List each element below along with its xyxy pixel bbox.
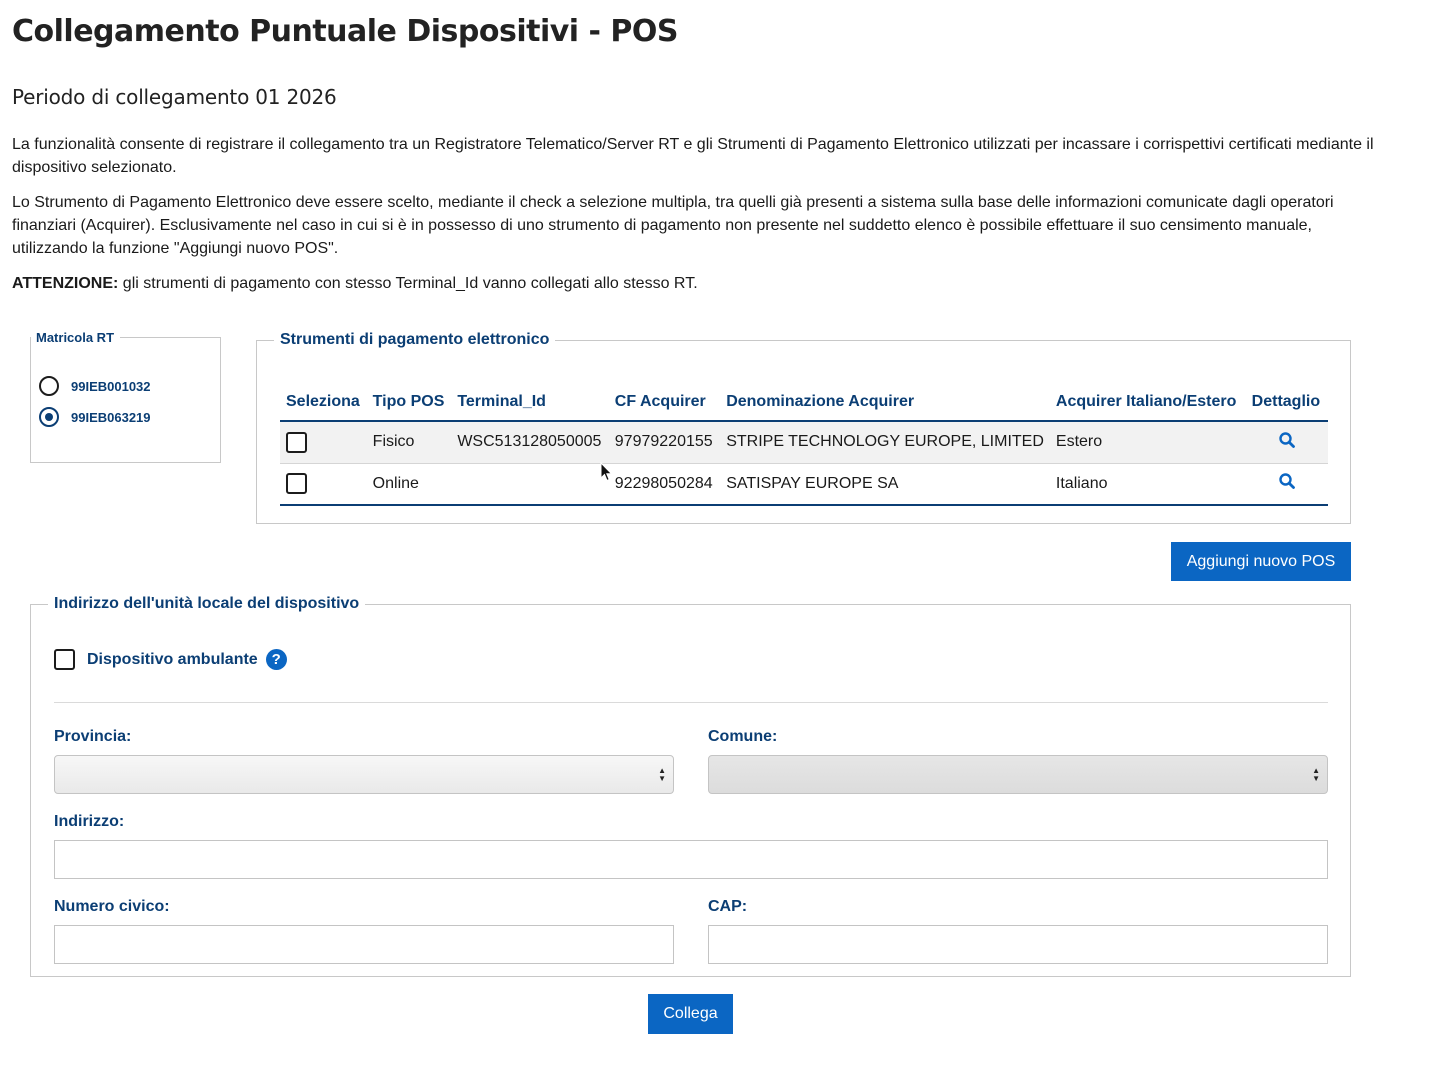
matricola-rt-legend: Matricola RT [36,330,115,345]
column-header-dettaglio: Dettaglio [1245,383,1328,422]
provincia-select[interactable]: ▲ ▼ [54,755,674,794]
search-icon[interactable] [1278,472,1296,490]
select-arrows-icon: ▲ ▼ [1312,766,1320,783]
column-header-denominazione: Denominazione Acquirer [720,383,1050,422]
cell-cf-acquirer: 97979220155 [608,421,721,464]
radio-label: 99IEB063219 [71,409,151,425]
column-header-seleziona: Seleziona [280,383,367,422]
numero-civico-input[interactable] [54,925,674,964]
comune-select[interactable]: ▲ ▼ [708,755,1328,794]
cap-input[interactable] [708,925,1328,964]
indirizzo-label: Indirizzo: [54,813,125,830]
table-row: Fisico WSC513128050005 97979220155 STRIP… [280,421,1328,464]
ambulante-label: Dispositivo ambulante [87,650,258,668]
payment-instruments-group: Strumenti di pagamento elettronico Selez… [256,331,1351,524]
cap-label: CAP: [708,898,748,915]
comune-label: Comune: [708,728,778,745]
attention-text: gli strumenti di pagamento con stesso Te… [118,275,698,292]
mouse-cursor-icon [600,462,613,482]
row-select-checkbox[interactable] [286,431,307,453]
cell-terminal-id [451,463,609,506]
column-header-tipo-pos: Tipo POS [366,383,452,422]
indirizzo-input[interactable] [54,840,1328,879]
description-paragraph-2: Lo Strumento di Pagamento Elettronico de… [12,194,1334,257]
row-select-checkbox[interactable] [286,473,307,495]
help-icon[interactable]: ? [265,649,287,670]
local-unit-address-legend: Indirizzo dell'unità locale del disposit… [54,595,360,612]
attention-note: ATTENZIONE: gli strumenti di pagamento c… [12,272,1382,295]
table-header-row: Seleziona Tipo POS Terminal_Id CF Acquir… [280,383,1328,422]
cell-tipo-pos: Online [366,463,452,506]
local-unit-address-group: Indirizzo dell'unità locale del disposit… [30,595,1351,977]
payment-instruments-legend: Strumenti di pagamento elettronico [280,331,550,348]
matricola-rt-group: Matricola RT 99IEB001032 99IEB063219 [30,330,221,463]
radio-button[interactable] [39,376,59,396]
provincia-label: Provincia: [54,728,132,745]
cell-origine: Italiano [1049,463,1246,506]
radio-label: 99IEB001032 [71,378,151,394]
radio-option-matricola-2[interactable]: 99IEB063219 [39,407,151,427]
payment-instruments-table: Seleziona Tipo POS Terminal_Id CF Acquir… [280,383,1328,506]
cell-denominazione: STRIPE TECHNOLOGY EUROPE, LIMITED [720,421,1050,464]
column-header-cf-acquirer: CF Acquirer [608,383,721,422]
ambulante-checkbox[interactable] [54,649,75,670]
cell-terminal-id: WSC513128050005 [451,421,609,464]
attention-label: ATTENZIONE: [12,275,119,292]
column-header-origine: Acquirer Italiano/Estero [1049,383,1246,422]
description-paragraph-1: La funzionalità consente di registrare i… [12,136,1374,176]
add-new-pos-button[interactable]: Aggiungi nuovo POS [1171,542,1351,581]
period-title: Periodo di collegamento 01 2026 [12,85,337,109]
search-icon[interactable] [1278,431,1296,449]
cell-cf-acquirer: 92298050284 [608,463,721,506]
column-header-terminal-id: Terminal_Id [451,383,609,422]
numero-civico-label: Numero civico: [54,898,170,915]
cell-tipo-pos: Fisico [366,421,452,464]
divider [54,702,1328,703]
radio-button-selected[interactable] [39,407,59,427]
cell-origine: Estero [1049,421,1246,464]
radio-option-matricola-1[interactable]: 99IEB001032 [39,376,151,396]
ambulante-option[interactable]: Dispositivo ambulante ? [54,649,287,670]
cell-denominazione: SATISPAY EUROPE SA [720,463,1050,506]
page-title: Collegamento Puntuale Dispositivi - POS [12,14,679,49]
select-arrows-icon: ▲ ▼ [658,766,666,783]
table-row: Online 92298050284 SATISPAY EUROPE SA It… [280,463,1328,506]
collega-button[interactable]: Collega [648,994,733,1034]
